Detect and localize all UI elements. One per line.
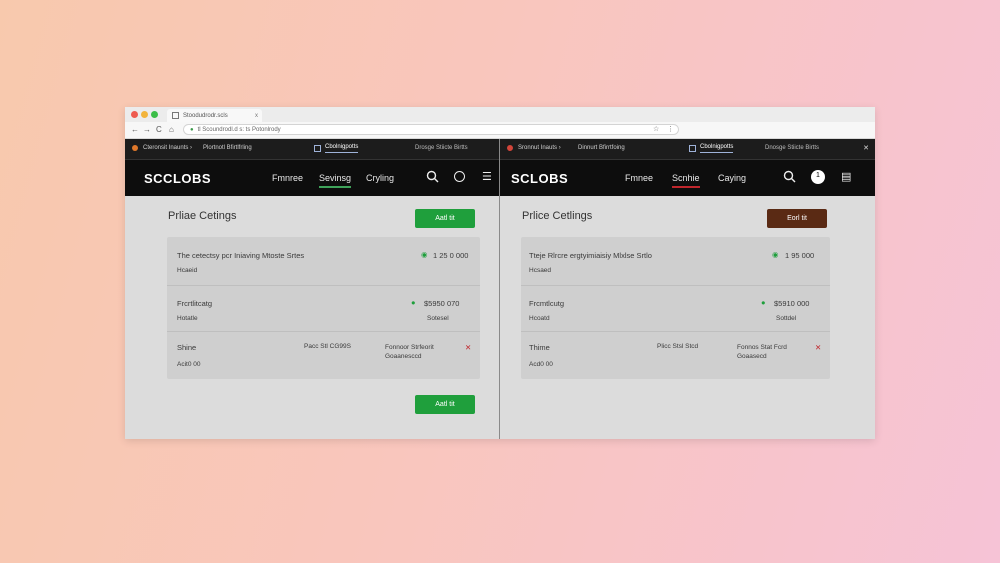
row1-subtitle: Hcsaed bbox=[529, 267, 552, 274]
nav-link-3[interactable]: Caying bbox=[718, 173, 746, 183]
add-button[interactable]: Aatl tit bbox=[415, 209, 475, 228]
divider bbox=[521, 331, 830, 332]
check-circle-icon: ◉ bbox=[421, 250, 428, 259]
browser-window: Stoodudrodr.scls x ← → C ⌂ ● tl Scoundro… bbox=[125, 107, 875, 439]
left-app-header: SCCLOBS Fmnree Sevinsg Cryling ☰ bbox=[125, 160, 499, 196]
divider bbox=[167, 285, 480, 286]
brand-logo[interactable]: SCCLOBS bbox=[144, 171, 211, 186]
tab-close-icon[interactable]: x bbox=[255, 113, 258, 119]
row2-title: Frcrtlitcatg bbox=[177, 299, 213, 308]
nav-link-1[interactable]: Fmnree bbox=[272, 173, 303, 183]
left-pane: Cteronsit Inaunts › Plortnotl Bfirtlfrli… bbox=[125, 139, 500, 439]
row3-subtitle: Acit0 00 bbox=[177, 361, 201, 368]
tab-favicon-icon bbox=[172, 112, 179, 119]
row3-middle: Plicc Stsl Stcd bbox=[657, 343, 699, 350]
nav-link-1[interactable]: Fmnee bbox=[625, 173, 653, 183]
shield-icon: ● bbox=[761, 298, 766, 307]
row1-title: The cetectsy pcr Iniaving Mtoste Srtes bbox=[177, 251, 305, 260]
browser-titlebar: Stoodudrodr.scls x bbox=[125, 107, 875, 122]
row2-status: Sotesel bbox=[427, 315, 449, 322]
row2-value: $5910 000 bbox=[774, 299, 810, 308]
page-title: Prlice Cetlings bbox=[522, 210, 593, 222]
tab-square-icon bbox=[314, 145, 321, 152]
subbar-right-links[interactable]: Dnosge Stiicte Birtts bbox=[765, 145, 819, 151]
settings-card: The cetectsy pcr Iniaving Mtoste Srtes H… bbox=[167, 237, 480, 379]
right-subbar: Sronnut Inauts › Dinnurt Bfirrtfoing Cbo… bbox=[500, 139, 875, 160]
check-circle-icon: ◉ bbox=[772, 250, 779, 259]
menu-icon[interactable]: ☰ bbox=[482, 170, 492, 183]
split-view: Cteronsit Inaunts › Plortnotl Bfirtlfrli… bbox=[125, 139, 875, 439]
row3-title: Thime bbox=[529, 343, 550, 352]
nav-link-2[interactable]: Scnhie bbox=[672, 173, 700, 188]
row3-subtitle: Acd0 00 bbox=[529, 361, 553, 368]
right-app-header: SCLOBS Fmnee Scnhie Caying 1 ▤ bbox=[500, 160, 875, 196]
subbar-crumb-2[interactable]: Dinnurt Bfirrtfoing bbox=[578, 145, 625, 151]
search-icon[interactable] bbox=[426, 170, 439, 186]
row1-value: 1 95 000 bbox=[785, 251, 815, 260]
brand-logo[interactable]: SCLOBS bbox=[511, 171, 568, 186]
shield-icon: ● bbox=[411, 298, 416, 307]
row2-value: $5950 070 bbox=[424, 299, 460, 308]
settings-card: Tteje Rlrcre ergtyimiaisiy Mlxlse Srtlo … bbox=[521, 237, 830, 379]
left-subbar: Cteronsit Inaunts › Plortnotl Bfirtlfrli… bbox=[125, 139, 499, 160]
address-bar-actions: ☆ ⋮ bbox=[653, 125, 674, 133]
divider bbox=[167, 331, 480, 332]
url-field[interactable]: ● tl Scoundrodl.d s: ts Potonlrody bbox=[183, 124, 679, 135]
close-icon[interactable]: ✕ bbox=[863, 144, 869, 152]
address-bar-row: ← → C ⌂ ● tl Scoundrodl.d s: ts Potonlro… bbox=[125, 122, 875, 139]
tab-square-icon bbox=[689, 145, 696, 152]
divider bbox=[521, 285, 830, 286]
page-title: Prliae Cetings bbox=[168, 210, 237, 222]
subbar-crumb-2[interactable]: Plortnotl Bfirtlfrling bbox=[203, 145, 252, 151]
account-icon[interactable]: 1 bbox=[811, 170, 825, 184]
right-pane: Sronnut Inauts › Dinnurt Bfirrtfoing Cbo… bbox=[500, 139, 875, 439]
maximize-window-button[interactable] bbox=[151, 111, 158, 118]
nav-link-2[interactable]: Sevinsg bbox=[319, 173, 352, 188]
edit-button[interactable]: Eorl tit bbox=[767, 209, 827, 228]
row2-title: Frcmtlcutg bbox=[529, 299, 565, 308]
row2-status: Sottdel bbox=[776, 315, 797, 322]
minimize-window-button[interactable] bbox=[141, 111, 148, 118]
subbar-crumb[interactable]: Cteronsit Inaunts › bbox=[143, 145, 192, 151]
subbar-right-links[interactable]: Drosge Stiicte Birtts bbox=[415, 145, 468, 151]
clock-icon[interactable] bbox=[454, 171, 465, 182]
row3-right: Fonnos Stat Fcrd Goaasecd bbox=[737, 344, 787, 360]
row1-title: Tteje Rlrcre ergtyimiaisiy Mlxlse Srtlo bbox=[529, 251, 652, 260]
bookmark-icon[interactable]: ☆ bbox=[653, 125, 659, 133]
row2-subtitle: Hotatle bbox=[177, 315, 198, 322]
calendar-icon[interactable]: ▤ bbox=[841, 170, 851, 183]
home-icon[interactable]: ⌂ bbox=[169, 125, 174, 134]
forward-arrow-icon[interactable]: → bbox=[143, 125, 151, 134]
subbar-active-tab[interactable]: Cbolnigpotts bbox=[700, 144, 734, 153]
site-logo-icon bbox=[507, 145, 513, 151]
back-arrow-icon[interactable]: ← bbox=[131, 125, 139, 134]
row1-subtitle: Hcaeid bbox=[177, 267, 198, 274]
extensions-icon[interactable]: ⋮ bbox=[667, 125, 674, 133]
row2-subtitle: Hcoatd bbox=[529, 315, 550, 322]
row3-right: Fonnoor Strfeorit Goaanesccd bbox=[385, 344, 434, 360]
reload-icon[interactable]: C bbox=[156, 125, 162, 134]
remove-icon[interactable]: ✕ bbox=[815, 343, 821, 352]
remove-icon[interactable]: ✕ bbox=[465, 343, 471, 352]
close-window-button[interactable] bbox=[131, 111, 138, 118]
site-logo-icon bbox=[132, 145, 138, 151]
url-text: tl Scoundrodl.d s: ts Potonlrody bbox=[197, 126, 281, 133]
row3-middle: Pacc Stl CG99S bbox=[304, 343, 351, 350]
browser-tab[interactable]: Stoodudrodr.scls x bbox=[167, 109, 262, 122]
subbar-crumb[interactable]: Sronnut Inauts › bbox=[518, 145, 561, 151]
subbar-active-tab[interactable]: Cbolnigpotts bbox=[325, 144, 359, 153]
row1-value: 1 25 0 000 bbox=[433, 251, 469, 260]
tab-title: Stoodudrodr.scls bbox=[183, 112, 228, 119]
search-icon[interactable] bbox=[783, 170, 796, 186]
lock-icon: ● bbox=[190, 126, 194, 133]
add-button-bottom[interactable]: Aatl tit bbox=[415, 395, 475, 414]
nav-link-3[interactable]: Cryling bbox=[366, 173, 394, 183]
row3-title: Shine bbox=[177, 343, 197, 352]
